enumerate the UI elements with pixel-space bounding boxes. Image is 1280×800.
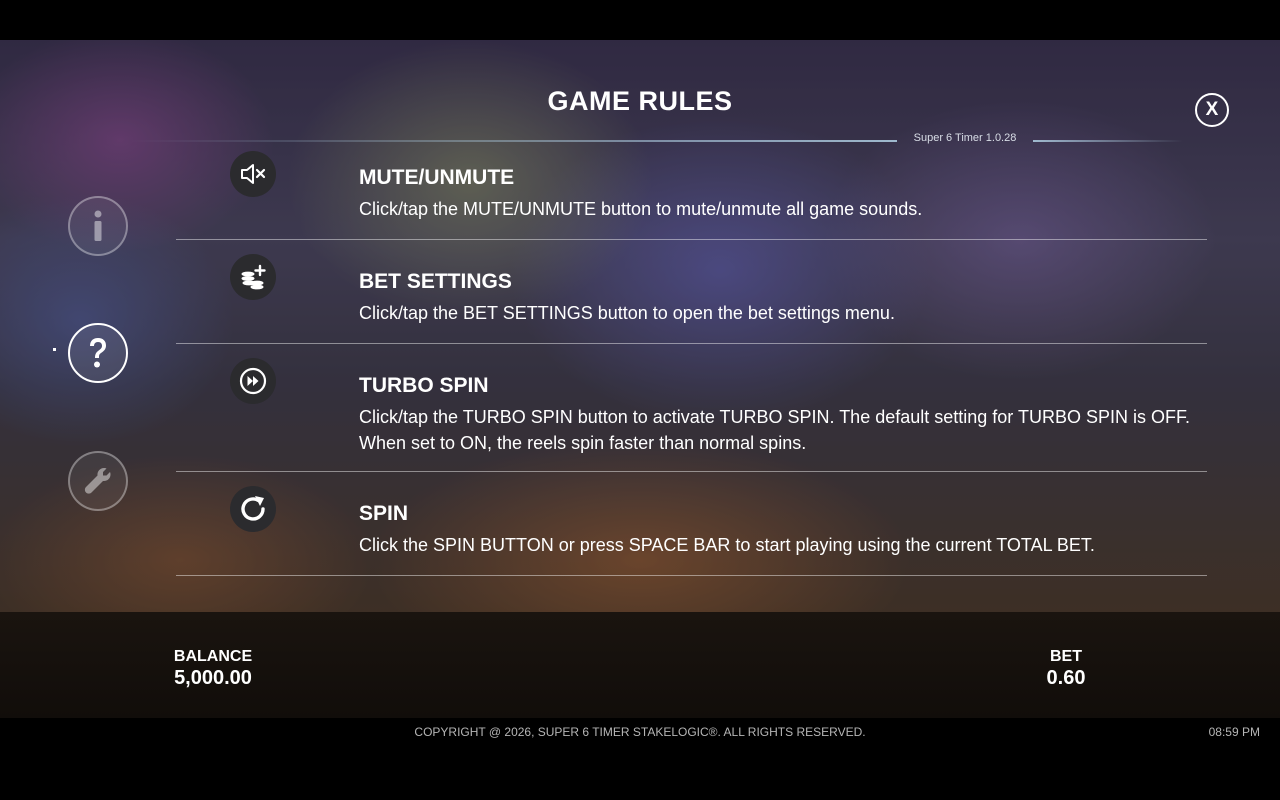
close-icon: X — [1205, 99, 1219, 120]
rule-title: BET SETTINGS — [359, 270, 512, 293]
close-button[interactable]: X — [1195, 93, 1229, 127]
title-divider-right — [1033, 140, 1183, 142]
rules-list: MUTE/UNMUTE Click/tap the MUTE/UNMUTE bu… — [176, 150, 1207, 590]
rule-item-spin: SPIN Click the SPIN BUTTON or press SPAC… — [176, 472, 1207, 576]
bet-meter: BET 0.60 — [1016, 648, 1116, 690]
rule-description: Click/tap the MUTE/UNMUTE button to mute… — [359, 199, 923, 219]
rule-item-turbo-spin: TURBO SPIN Click/tap the TURBO SPIN butt… — [176, 344, 1207, 472]
bet-label: BET — [1050, 648, 1082, 665]
rule-icon-button — [230, 358, 276, 404]
mute-icon — [241, 164, 266, 184]
rule-description: Click/tap the TURBO SPIN button to activ… — [359, 407, 1190, 453]
coins-plus-icon — [241, 264, 266, 290]
rule-title: MUTE/UNMUTE — [359, 166, 515, 189]
balance-label: BALANCE — [173, 648, 253, 665]
fast-forward-icon — [239, 367, 267, 395]
rule-item-mute: MUTE/UNMUTE Click/tap the MUTE/UNMUTE bu… — [176, 150, 1207, 240]
sidebar-item-settings[interactable] — [68, 451, 128, 511]
balance-value: 5,000.00 — [174, 667, 252, 689]
balance-meter: BALANCE 5,000.00 — [148, 648, 278, 690]
active-indicator — [53, 348, 56, 351]
wrench-icon — [84, 468, 111, 494]
sidebar-item-info[interactable] — [68, 196, 128, 256]
top-bar — [0, 0, 1280, 40]
bet-value: 0.60 — [1046, 667, 1086, 689]
rule-description: Click/tap the BET SETTINGS button to ope… — [359, 303, 895, 323]
rule-title: TURBO SPIN — [359, 374, 489, 397]
rule-item-bet-settings: BET SETTINGS Click/tap the BET SETTINGS … — [176, 240, 1207, 344]
info-icon — [94, 210, 102, 241]
sidebar-item-help[interactable] — [68, 323, 128, 383]
rule-icon-button — [230, 254, 276, 300]
page-title: GAME RULES — [547, 86, 733, 116]
rule-icon-button — [230, 486, 276, 532]
copyright-text: COPYRIGHT @ 2026, SUPER 6 TIMER STAKELOG… — [414, 725, 866, 739]
rule-description: Click the SPIN BUTTON or press SPACE BAR… — [359, 535, 1095, 555]
version-label: Super 6 Timer 1.0.28 — [913, 132, 1017, 144]
clock: 08:59 PM — [1208, 725, 1260, 739]
rule-title: SPIN — [359, 502, 409, 525]
question-icon — [90, 338, 106, 368]
spin-icon — [241, 496, 265, 521]
rule-icon-button — [230, 151, 276, 197]
title-divider-left — [130, 140, 897, 142]
